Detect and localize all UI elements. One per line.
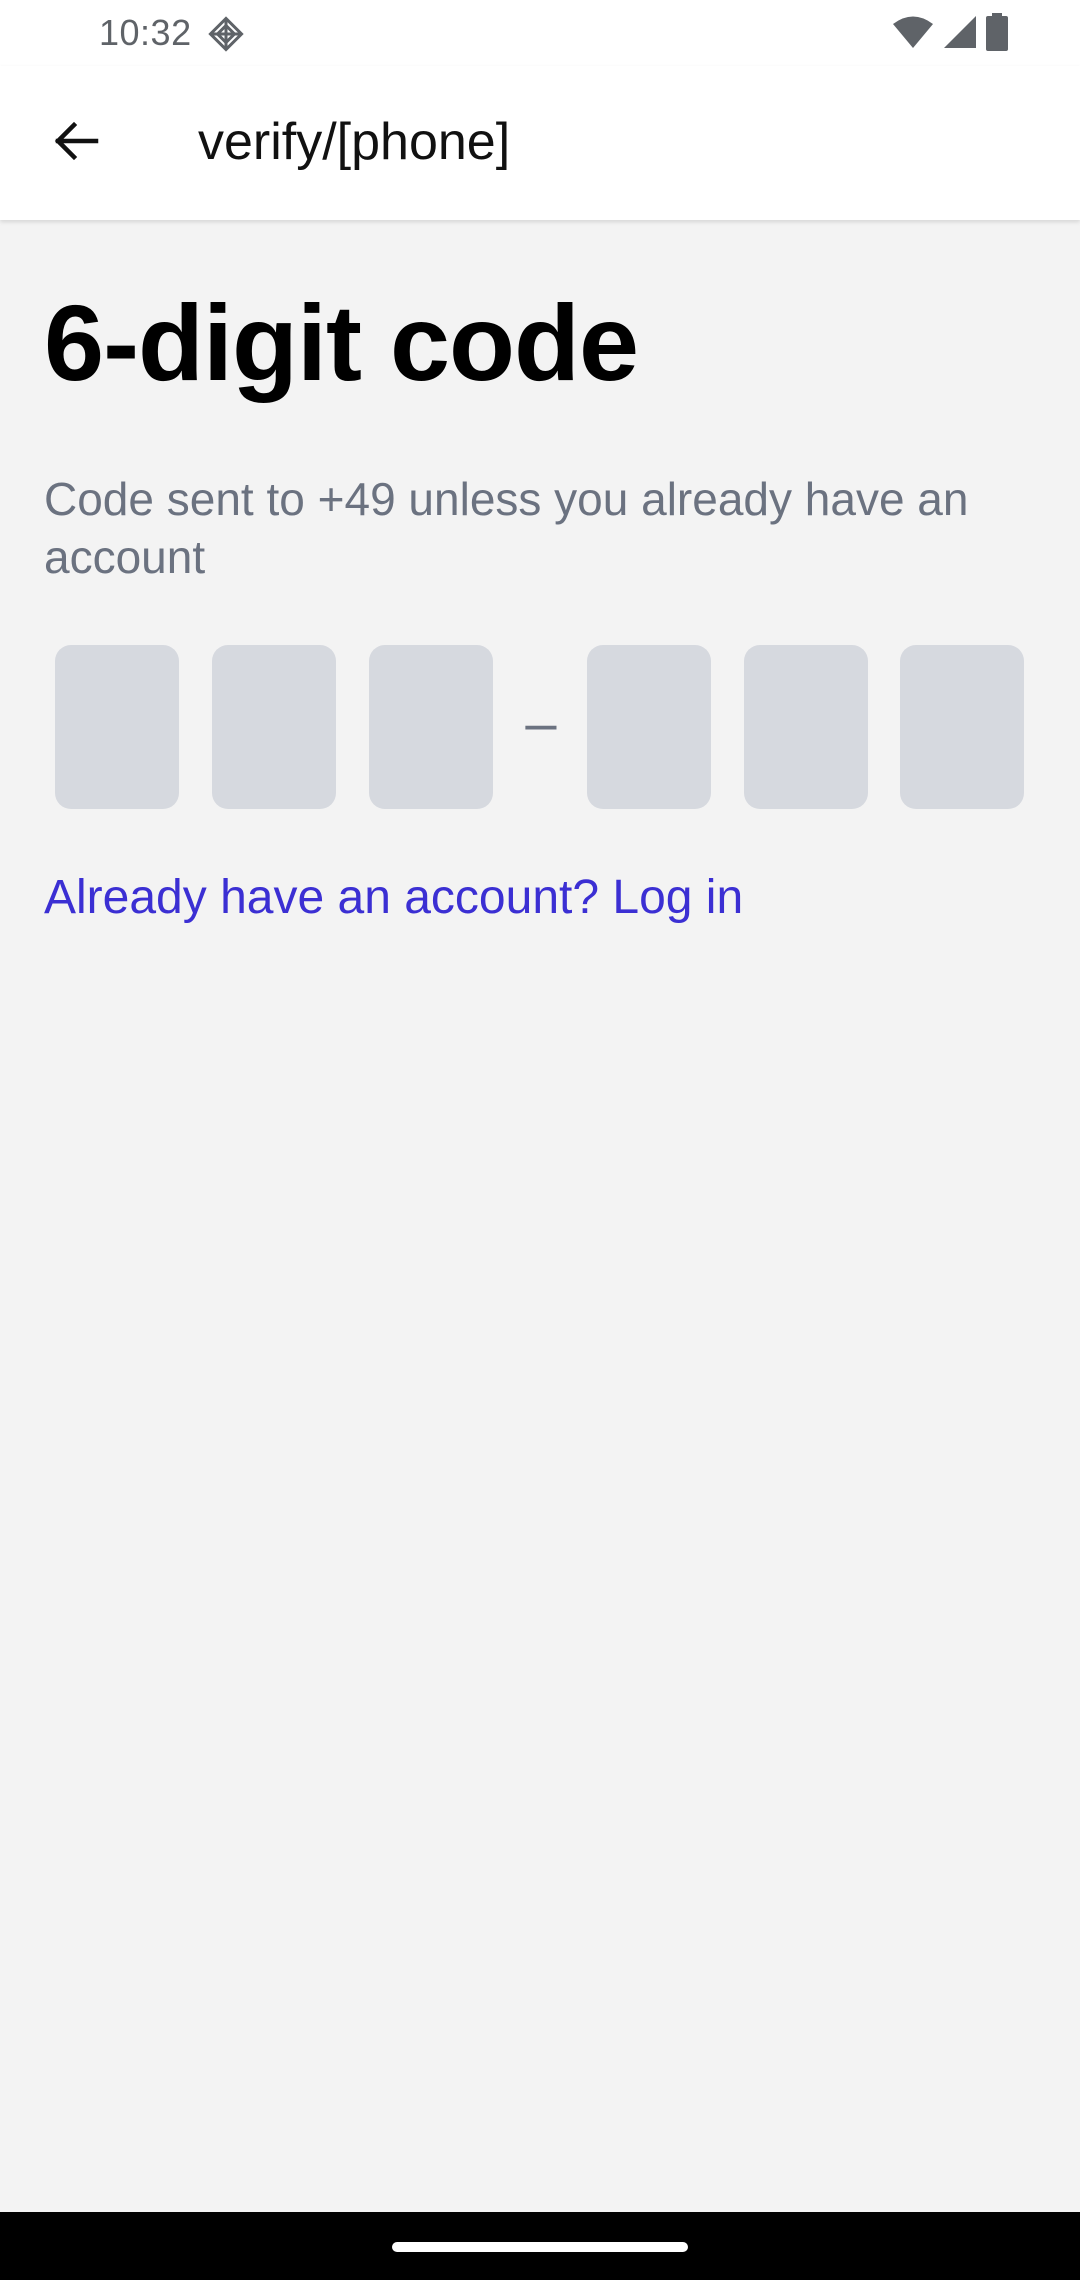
code-digit-4[interactable] bbox=[587, 645, 711, 809]
cellular-signal-icon bbox=[942, 14, 978, 55]
login-link[interactable]: Already have an account? Log in bbox=[44, 868, 743, 928]
code-sent-description: Code sent to +49 unless you already have… bbox=[44, 473, 969, 583]
screen: 10:32 verify/[phone] 6-digit code Code s… bbox=[0, 0, 1080, 2280]
app-notification-icon bbox=[206, 14, 246, 54]
app-bar-title: verify/[phone] bbox=[198, 113, 511, 171]
battery-icon bbox=[986, 12, 1008, 56]
code-digit-2[interactable] bbox=[212, 645, 336, 809]
arrow-left-icon bbox=[52, 117, 100, 170]
code-digit-6[interactable] bbox=[900, 645, 1024, 809]
status-time: 10:32 bbox=[99, 12, 192, 53]
back-button[interactable] bbox=[36, 103, 116, 183]
code-digit-5[interactable] bbox=[744, 645, 868, 809]
status-bar: 10:32 bbox=[0, 0, 1080, 66]
code-input-group: – bbox=[55, 645, 1025, 811]
navigation-bar bbox=[0, 2212, 1080, 2280]
page-title: 6-digit code bbox=[44, 282, 639, 403]
code-separator: – bbox=[525, 691, 557, 754]
code-digit-3[interactable] bbox=[369, 645, 493, 809]
home-gesture-handle[interactable] bbox=[392, 2242, 688, 2252]
main-content: 6-digit code Code sent to +49 unless you… bbox=[0, 220, 1080, 2212]
status-icons bbox=[892, 12, 1008, 56]
app-bar: verify/[phone] bbox=[0, 66, 1080, 220]
wifi-icon bbox=[892, 15, 934, 54]
code-digit-1[interactable] bbox=[55, 645, 179, 809]
